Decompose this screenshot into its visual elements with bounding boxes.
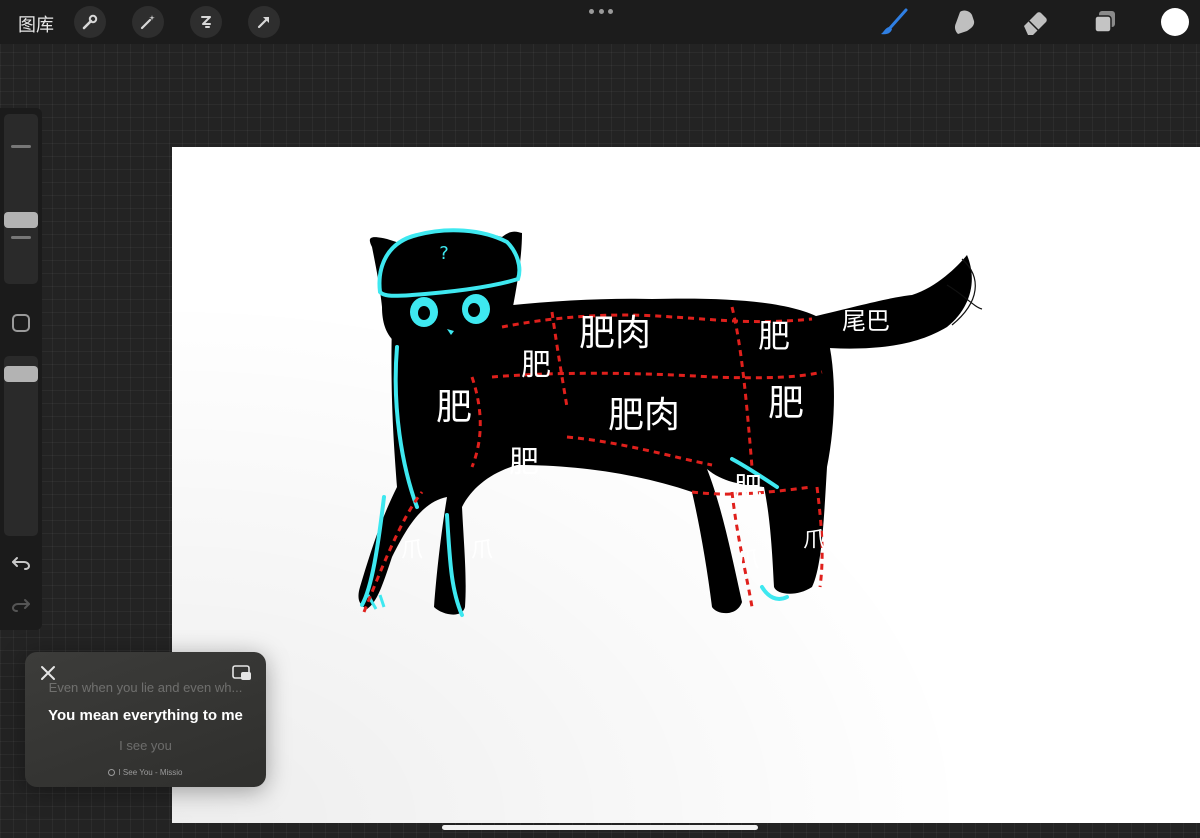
- modify-button[interactable]: [12, 314, 30, 332]
- slider-tick: [11, 145, 31, 148]
- label-leg-front-left: 爪: [401, 538, 423, 563]
- side-toolbar: [0, 108, 42, 630]
- eraser-icon: [1024, 12, 1047, 35]
- top-toolbar: 图库: [0, 0, 1200, 44]
- gallery-button[interactable]: 图库: [18, 11, 54, 37]
- magic-wand-icon: [140, 15, 155, 30]
- cat-hat: [377, 228, 522, 298]
- dot-icon: [608, 9, 613, 14]
- layers-icon: [1094, 11, 1115, 33]
- music-app-icon: [108, 769, 116, 776]
- selection-button[interactable]: [190, 6, 222, 38]
- lyric-next: I see you: [119, 738, 172, 753]
- label-belly: 肥肉: [608, 395, 680, 436]
- label-hat-mark: ?: [439, 243, 449, 264]
- now-playing-widget[interactable]: Even when you lie and even wh... You mea…: [25, 652, 266, 787]
- eraser-tool-button[interactable]: [1019, 6, 1051, 38]
- brush-tool-button[interactable]: [878, 6, 910, 38]
- transform-button[interactable]: [248, 6, 280, 38]
- label-leg-hind-right: 爪: [803, 528, 825, 553]
- home-indicator[interactable]: [442, 825, 758, 830]
- label-tail: 尾巴: [842, 307, 890, 335]
- selection-icon: [201, 16, 211, 28]
- smudge-tool-button[interactable]: [949, 6, 981, 38]
- label-leg-hind-left: 爪: [737, 548, 759, 573]
- dot-icon: [589, 9, 594, 14]
- brush-size-slider[interactable]: [4, 114, 38, 284]
- actions-button[interactable]: [74, 6, 106, 38]
- adjustments-button[interactable]: [132, 6, 164, 38]
- label-upper-back: 肥肉: [579, 313, 651, 354]
- smudge-icon: [954, 10, 975, 34]
- redo-icon[interactable]: [11, 594, 31, 614]
- more-options-button[interactable]: [589, 9, 613, 15]
- lyric-current: You mean everything to me: [48, 707, 243, 724]
- brush-icon: [881, 8, 908, 35]
- label-rear-upper: 肥: [758, 317, 790, 355]
- label-leg-front-right: 爪: [471, 538, 493, 563]
- cat-tail: [812, 255, 972, 349]
- song-title: I See You - Missio: [118, 768, 183, 777]
- wrench-icon: [82, 14, 98, 30]
- slider-tick: [11, 236, 31, 239]
- cat-drawing: 肥肉 肥肉 肥 肥 肥 肥 肥 肥 尾巴 ? 爪 爪 爪 爪: [358, 228, 983, 617]
- label-chest: 肥: [436, 387, 472, 428]
- layers-button[interactable]: [1089, 6, 1121, 38]
- label-rear-lower: 肥: [768, 383, 804, 424]
- transform-arrow-icon: [257, 16, 270, 29]
- lyric-previous: Even when you lie and even wh...: [48, 680, 243, 695]
- undo-icon[interactable]: [11, 552, 31, 572]
- drawing-canvas[interactable]: 肥肉 肥肉 肥 肥 肥 肥 肥 肥 尾巴 ? 爪 爪 爪 爪: [172, 147, 1200, 823]
- song-info: I See You - Missio: [25, 768, 266, 777]
- label-neck: 肥: [521, 348, 551, 383]
- brush-size-thumb[interactable]: [4, 212, 38, 228]
- label-front-shoulder: 肥: [509, 445, 539, 480]
- label-hind-shoulder: 肥: [734, 471, 762, 504]
- dot-icon: [598, 9, 604, 14]
- opacity-thumb[interactable]: [4, 366, 38, 382]
- opacity-slider[interactable]: [4, 356, 38, 536]
- color-picker-button[interactable]: [1161, 8, 1189, 36]
